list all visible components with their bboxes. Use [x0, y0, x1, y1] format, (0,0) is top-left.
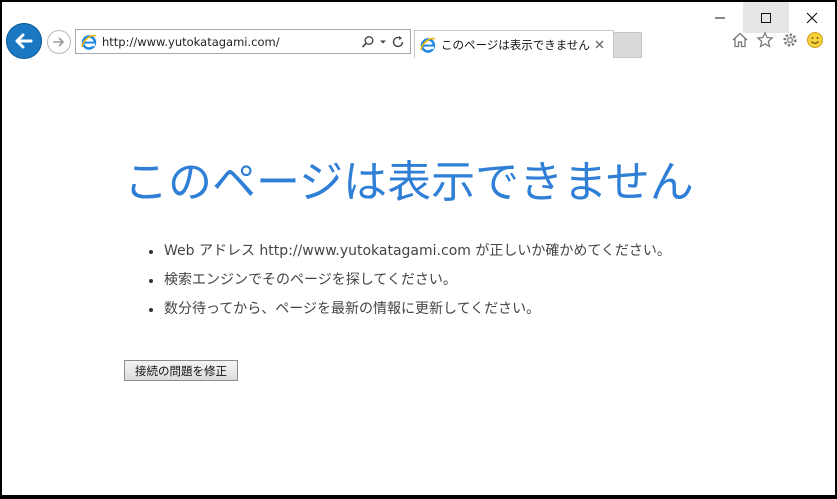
minimize-icon — [715, 17, 725, 18]
address-tools — [361, 35, 405, 49]
close-icon — [595, 40, 603, 49]
tools-button[interactable] — [780, 30, 800, 50]
command-icons — [730, 30, 825, 50]
close-button[interactable] — [789, 2, 835, 33]
page-title: このページは表示できません — [124, 157, 694, 208]
minimize-button[interactable] — [697, 2, 743, 33]
arrow-left-icon — [15, 33, 33, 49]
browser-window: http://www.yutokatagami.com/ このページは表示できま… — [2, 2, 835, 495]
back-button[interactable] — [6, 23, 42, 59]
forward-button[interactable] — [47, 30, 71, 54]
list-item: 検索エンジンでそのページを探してください。 — [146, 266, 671, 295]
address-bar[interactable]: http://www.yutokatagami.com/ — [75, 29, 411, 54]
ie-logo-icon — [81, 34, 97, 50]
suggestion-list: Web アドレス http://www.yutokatagami.com が正し… — [146, 237, 671, 324]
tab-close-button[interactable] — [592, 38, 606, 52]
search-icon[interactable] — [361, 35, 375, 49]
fix-connection-button[interactable]: 接続の問題を修正 — [124, 360, 238, 381]
refresh-icon[interactable] — [391, 35, 405, 49]
page-content: このページは表示できません Web アドレス http://www.yutoka… — [2, 59, 835, 495]
chevron-down-icon[interactable] — [379, 38, 387, 46]
favorites-button[interactable] — [755, 30, 775, 50]
list-item: Web アドレス http://www.yutokatagami.com が正し… — [146, 237, 671, 266]
tab-active[interactable]: このページは表示できません — [414, 30, 614, 58]
list-item: 数分待ってから、ページを最新の情報に更新してください。 — [146, 295, 671, 324]
home-button[interactable] — [730, 30, 750, 50]
address-url[interactable]: http://www.yutokatagami.com/ — [102, 35, 361, 49]
close-icon — [806, 12, 818, 23]
maximize-icon — [761, 12, 771, 23]
star-icon — [756, 31, 774, 48]
ie-logo-icon — [420, 37, 436, 53]
arrow-right-icon — [53, 37, 64, 47]
tab-title: このページは表示できません — [441, 37, 590, 52]
window-controls — [697, 2, 835, 33]
gear-icon — [783, 33, 797, 47]
smiley-icon — [807, 32, 823, 48]
home-icon — [732, 32, 748, 48]
feedback-button[interactable] — [805, 30, 825, 50]
maximize-button[interactable] — [743, 2, 789, 33]
new-tab-button[interactable] — [613, 32, 642, 58]
